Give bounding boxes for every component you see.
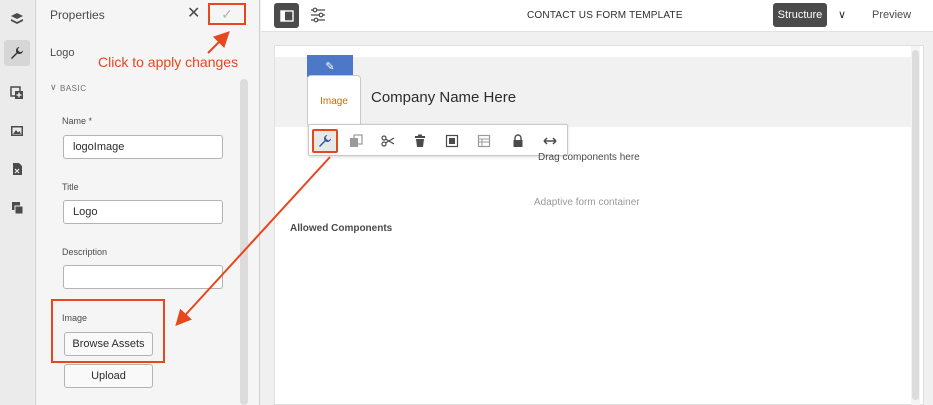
chevron-down-icon[interactable]: ∨ [50, 82, 57, 93]
allowed-components-label[interactable]: Allowed Components [290, 223, 392, 234]
resize-icon[interactable] [537, 129, 563, 153]
section-basic-label[interactable]: BASIC [60, 84, 87, 93]
wrench-icon[interactable]: ✎ [307, 55, 353, 77]
add-panel-icon[interactable] [4, 80, 30, 106]
lock-icon[interactable] [505, 129, 531, 153]
close-icon[interactable]: ✕ [187, 6, 201, 22]
sliders-icon[interactable] [309, 6, 327, 24]
wrench-icon[interactable] [4, 40, 30, 66]
mode-selector[interactable]: Structure [773, 3, 827, 27]
canvas-scrollbar[interactable] [912, 50, 919, 400]
upload-button[interactable]: Upload [64, 364, 153, 388]
copy-icon[interactable] [343, 129, 369, 153]
stack-icon[interactable] [4, 195, 30, 221]
component-name: Logo [50, 47, 75, 59]
form-canvas: ✎ Image Company Name Here Drag component… [274, 45, 924, 405]
name-field[interactable]: logoImage [63, 135, 223, 159]
logo-image-component[interactable]: Image [307, 75, 361, 127]
layers-icon[interactable] [4, 6, 30, 32]
name-label: Name * [62, 116, 93, 126]
checkmark-icon: ✓ [221, 5, 233, 22]
toggle-sidebar-icon[interactable] [274, 3, 299, 28]
description-label: Description [62, 247, 108, 257]
editor-toolbar: CONTACT US FORM TEMPLATE Structure ∨ Pre… [261, 0, 933, 32]
title-field[interactable]: Logo [63, 200, 223, 224]
panel-scrollbar[interactable] [240, 79, 248, 405]
chevron-down-icon[interactable]: ∨ [838, 8, 846, 21]
form-header[interactable]: ✎ Image Company Name Here [275, 55, 911, 127]
container-label: Adaptive form container [534, 197, 640, 208]
configure-wrench-icon[interactable] [312, 129, 338, 153]
app-root: Properties ✕ ✓ Logo ∨ BASIC Name * logoI… [0, 0, 933, 405]
title-label: Title [62, 182, 79, 192]
document-icon[interactable] [4, 156, 30, 182]
panel-header: Properties ✕ ✓ [37, 0, 260, 32]
annotation-hint: Click to apply changes [98, 54, 239, 70]
side-rail [0, 0, 36, 405]
panel-title: Properties [50, 8, 105, 22]
page-title: CONTACT US FORM TEMPLATE [527, 10, 683, 21]
component-toolbar [308, 124, 568, 156]
delete-icon[interactable] [407, 129, 433, 153]
apply-check-button[interactable]: ✓ [208, 3, 246, 25]
panel-icon[interactable] [471, 129, 497, 153]
drop-zone-text: Drag components here [538, 152, 640, 163]
assets-icon[interactable] [4, 118, 30, 144]
description-field[interactable] [63, 265, 223, 289]
group-icon[interactable] [439, 129, 465, 153]
cut-icon[interactable] [375, 129, 401, 153]
preview-button[interactable]: Preview [872, 9, 911, 21]
image-highlight-box [51, 299, 165, 363]
company-name-text[interactable]: Company Name Here [371, 89, 516, 106]
